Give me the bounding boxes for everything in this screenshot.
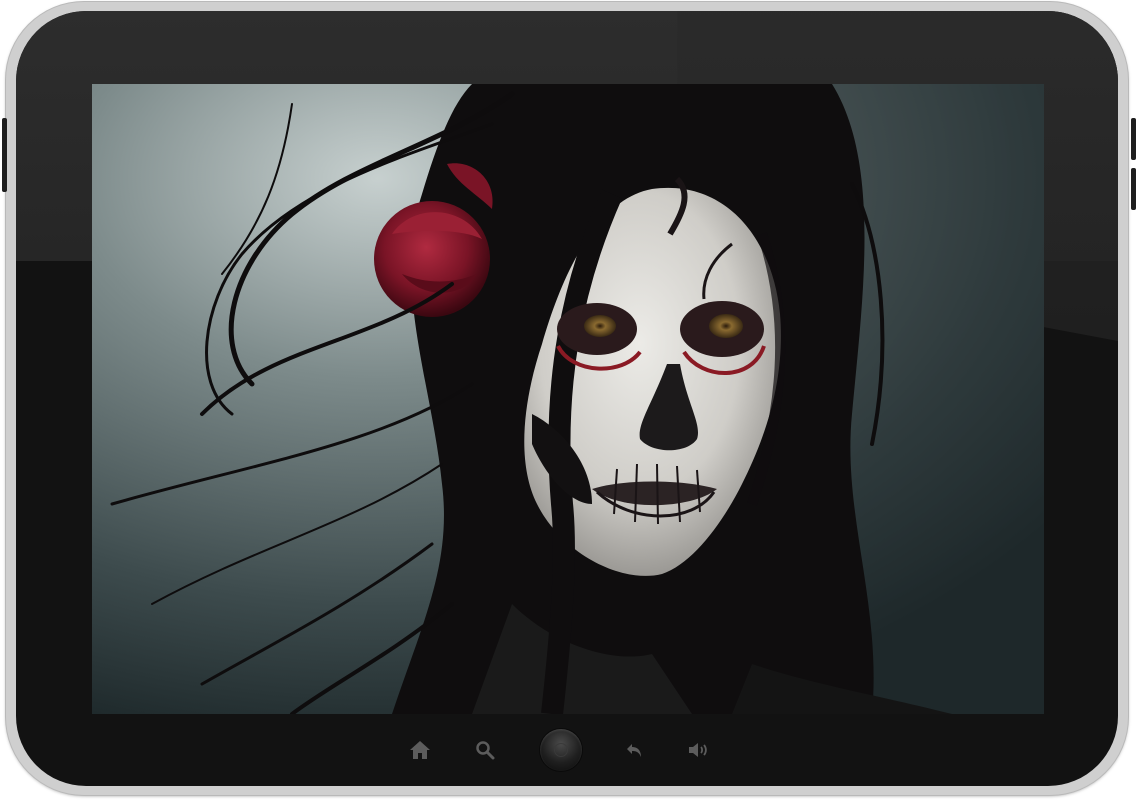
right-side-button-bottom[interactable] xyxy=(1131,168,1136,210)
search-icon[interactable] xyxy=(472,737,498,763)
right-side-button-top[interactable] xyxy=(1131,118,1136,160)
home-icon[interactable] xyxy=(407,737,433,763)
bottom-nav-bar xyxy=(0,725,1137,775)
tablet-screen[interactable] xyxy=(92,84,1044,714)
left-side-button[interactable] xyxy=(2,118,7,192)
volume-icon[interactable] xyxy=(686,737,712,763)
center-home-button[interactable] xyxy=(540,729,582,771)
back-icon[interactable] xyxy=(622,737,648,763)
wallpaper-image xyxy=(92,84,1044,714)
